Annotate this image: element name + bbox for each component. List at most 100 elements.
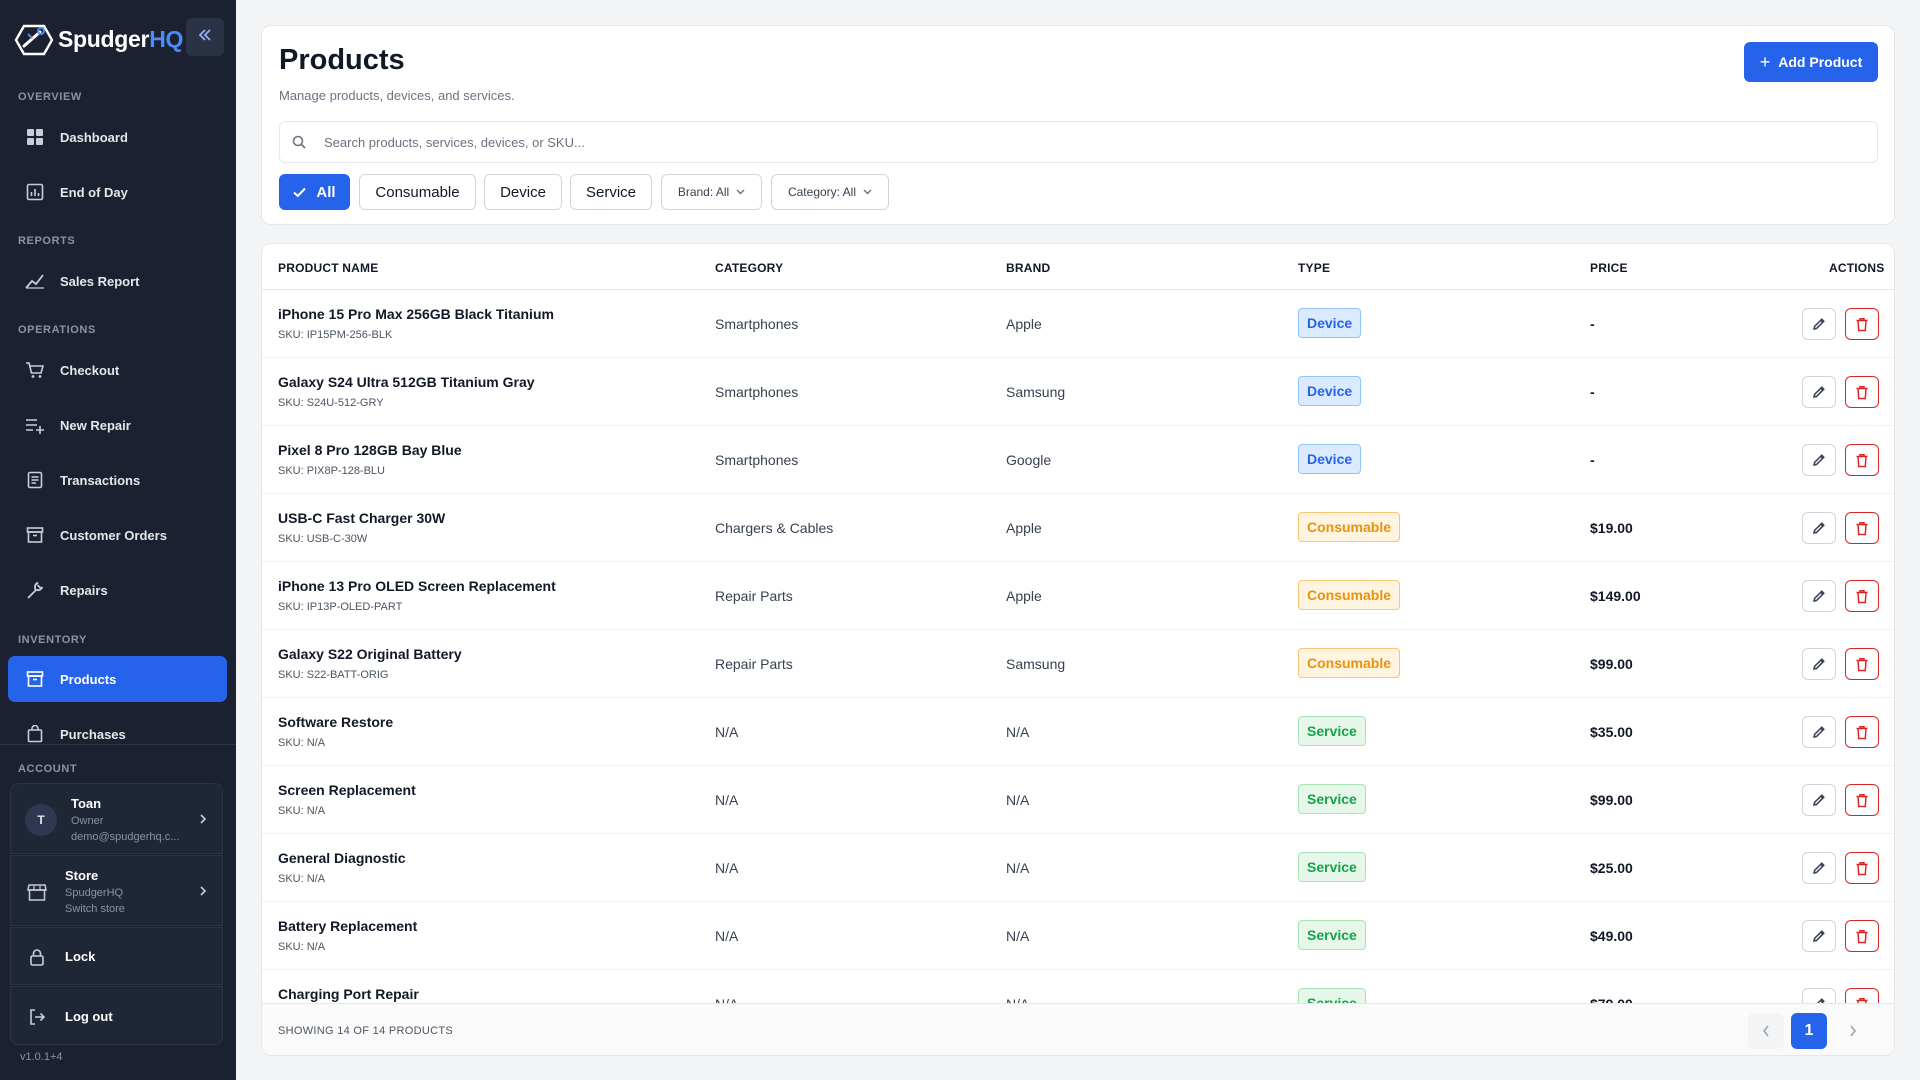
column-header-price[interactable]: PRICE xyxy=(1590,261,1628,275)
product-sku: SKU: N/A xyxy=(278,737,326,749)
add-product-label: Add Product xyxy=(1778,54,1863,70)
next-page-button[interactable] xyxy=(1835,1013,1871,1049)
product-category: Repair Parts xyxy=(715,656,793,672)
table-row[interactable]: Software Restore SKU: N/A N/A N/A Service $35… xyxy=(262,698,1894,766)
sidebar-item-new-repair[interactable]: New Repair xyxy=(8,402,227,448)
table-row[interactable]: General Diagnostic SKU: N/A N/A N/A Service $… xyxy=(262,834,1894,902)
product-name: Charging Port Repair xyxy=(278,986,419,1002)
category-filter-dropdown[interactable]: Category: All xyxy=(771,174,889,210)
page-subtitle: Manage products, devices, and services. xyxy=(279,88,515,103)
product-category: Smartphones xyxy=(715,384,799,400)
add-product-button[interactable]: + Add Product xyxy=(1744,42,1878,82)
column-header-category[interactable]: CATEGORY xyxy=(715,261,783,275)
filter-device[interactable]: Device xyxy=(484,174,562,210)
edit-button[interactable] xyxy=(1802,580,1836,612)
delete-button[interactable] xyxy=(1845,308,1879,340)
sidebar-item-end-of-day[interactable]: End of Day xyxy=(8,169,227,215)
product-name: Screen Replacement xyxy=(278,782,416,798)
column-header-type[interactable]: TYPE xyxy=(1298,261,1330,275)
delete-button[interactable] xyxy=(1845,988,1879,1003)
pencil-icon xyxy=(1812,589,1826,603)
store-icon xyxy=(25,880,49,904)
sidebar-item-repairs[interactable]: Repairs xyxy=(8,567,227,613)
grid-icon xyxy=(24,126,46,148)
column-header-brand[interactable]: BRAND xyxy=(1006,261,1050,275)
bar-chart-icon xyxy=(24,181,46,203)
filter-all[interactable]: All xyxy=(279,174,350,210)
user-menu[interactable]: T Toan Owner demo@spudgerhq.c... xyxy=(10,783,223,854)
delete-button[interactable] xyxy=(1845,920,1879,952)
product-brand: N/A xyxy=(1006,724,1030,740)
logout-icon xyxy=(25,1005,49,1029)
edit-button[interactable] xyxy=(1802,376,1836,408)
store-row: Store SpudgerHQ Switch store xyxy=(11,856,222,927)
delete-button[interactable] xyxy=(1845,852,1879,884)
sidebar-item-products[interactable]: Products xyxy=(8,656,227,702)
sidebar-item-sales-report[interactable]: Sales Report xyxy=(8,258,227,304)
collapse-sidebar-button[interactable] xyxy=(186,18,224,56)
delete-button[interactable] xyxy=(1845,376,1879,408)
column-header-name[interactable]: PRODUCT NAME xyxy=(278,261,378,275)
edit-button[interactable] xyxy=(1802,648,1836,680)
brand-filter-dropdown[interactable]: Brand: All xyxy=(661,174,762,210)
edit-button[interactable] xyxy=(1802,444,1836,476)
edit-button[interactable] xyxy=(1802,784,1836,816)
previous-page-button[interactable] xyxy=(1748,1013,1784,1049)
product-brand: Apple xyxy=(1006,588,1042,604)
edit-button[interactable] xyxy=(1802,512,1836,544)
search-bar[interactable] xyxy=(279,121,1878,163)
logout-button[interactable]: Log out xyxy=(10,986,223,1045)
pencil-icon xyxy=(1812,861,1826,875)
pencil-icon xyxy=(1812,929,1826,943)
filter-consumable[interactable]: Consumable xyxy=(359,174,476,210)
product-category: Repair Parts xyxy=(715,588,793,604)
table-row[interactable]: Galaxy S22 Original Battery SKU: S22-BATT… xyxy=(262,630,1894,698)
table-row[interactable]: iPhone 13 Pro OLED Screen Replacement SKU… xyxy=(262,562,1894,630)
delete-button[interactable] xyxy=(1845,444,1879,476)
store-name: SpudgerHQ xyxy=(65,887,124,899)
sidebar-item-dashboard[interactable]: Dashboard xyxy=(8,114,227,160)
type-badge: Device xyxy=(1298,308,1362,338)
type-badge: Device xyxy=(1298,444,1362,474)
table-row[interactable]: USB-C Fast Charger 30W SKU: USB-C-30W Char… xyxy=(262,494,1894,562)
sidebar-item-purchases[interactable]: Purchases xyxy=(8,711,227,757)
store-switcher[interactable]: Store SpudgerHQ Switch store xyxy=(10,855,223,926)
table-row[interactable]: Battery Replacement SKU: N/A N/A N/A Service… xyxy=(262,902,1894,970)
delete-button[interactable] xyxy=(1845,512,1879,544)
trash-icon xyxy=(1855,521,1869,536)
filter-service[interactable]: Service xyxy=(570,174,652,210)
table-row[interactable]: Screen Replacement SKU: N/A N/A N/A Service $… xyxy=(262,766,1894,834)
sidebar-item-label: Purchases xyxy=(60,726,126,742)
delete-button[interactable] xyxy=(1845,784,1879,816)
table-row[interactable]: Galaxy S24 Ultra 512GB Titanium Gray SKU:… xyxy=(262,358,1894,426)
lock-button[interactable]: Lock xyxy=(10,927,223,985)
delete-button[interactable] xyxy=(1845,648,1879,680)
product-brand: N/A xyxy=(1006,928,1030,944)
product-sku: SKU: S24U-512-GRY xyxy=(278,397,384,409)
table-row[interactable]: Pixel 8 Pro 128GB Bay Blue SKU: PIX8P-128… xyxy=(262,426,1894,494)
edit-button[interactable] xyxy=(1802,308,1836,340)
sidebar-item-checkout[interactable]: Checkout xyxy=(8,347,227,393)
page-1-button[interactable]: 1 xyxy=(1791,1013,1827,1049)
sidebar-item-customer-orders[interactable]: Customer Orders xyxy=(8,512,227,558)
delete-button[interactable] xyxy=(1845,716,1879,748)
pencil-icon xyxy=(1812,317,1826,331)
sidebar-item-transactions[interactable]: Transactions xyxy=(8,457,227,503)
edit-button[interactable] xyxy=(1802,920,1836,952)
product-sku: SKU: USB-C-30W xyxy=(278,533,368,545)
product-price: $19.00 xyxy=(1590,520,1633,536)
showing-count: SHOWING 14 OF 14 PRODUCTS xyxy=(278,1025,453,1037)
edit-button[interactable] xyxy=(1802,852,1836,884)
product-sku: SKU: S22-BATT-ORIG xyxy=(278,669,389,681)
edit-button[interactable] xyxy=(1802,716,1836,748)
edit-button[interactable] xyxy=(1802,988,1836,1003)
search-icon xyxy=(292,134,308,150)
category-filter-label: Category: All xyxy=(787,185,857,199)
product-price: $35.00 xyxy=(1590,724,1633,740)
table-row[interactable]: iPhone 15 Pro Max 256GB Black Titanium SK… xyxy=(262,290,1894,358)
sidebar-item-label: Transactions xyxy=(60,472,141,488)
table-row[interactable]: Charging Port RepairSKU: N/AN/AN/AServic… xyxy=(262,970,1894,1003)
search-input[interactable] xyxy=(324,134,1824,150)
archive-icon xyxy=(24,524,46,546)
delete-button[interactable] xyxy=(1845,580,1879,612)
